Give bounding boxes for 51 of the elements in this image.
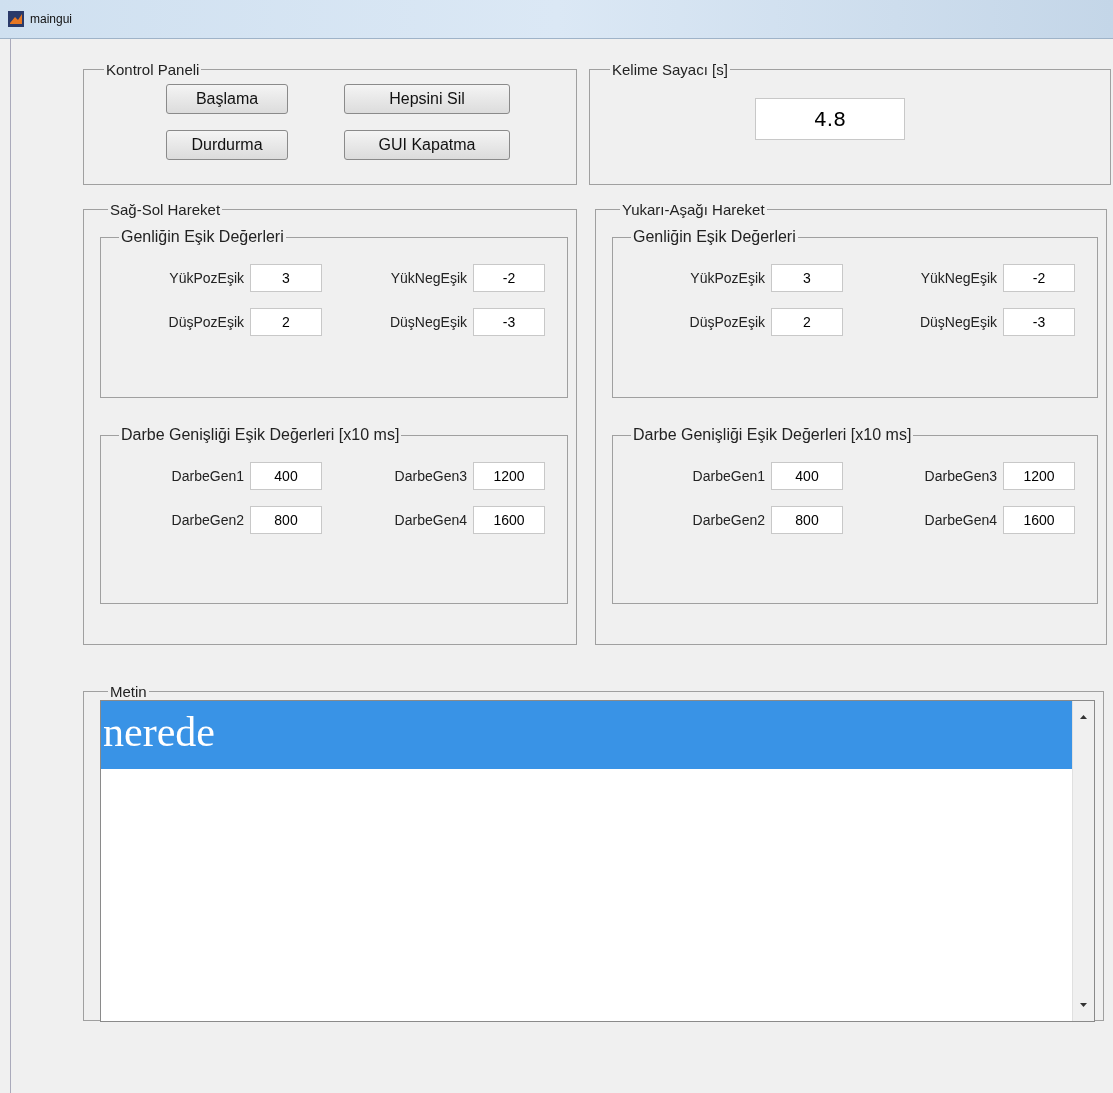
field-label: DüşPozEşik [689,314,765,330]
input-field[interactable]: 2 [250,308,322,336]
input-field[interactable]: 1200 [1003,462,1075,490]
push-button[interactable]: Başlama [166,83,288,114]
input-field[interactable]: 1600 [1003,506,1075,534]
input-field[interactable]: 800 [771,506,843,534]
input-field[interactable]: 1200 [473,462,545,490]
field-label: DüşNegEşik [389,314,467,330]
panel-title: Metin [109,683,148,700]
field-label: YükPozEşik [690,270,765,286]
panel-title: Yukarı-Aşağı Hareket [621,201,766,218]
field-label: DarbeGen3 [394,468,467,484]
input-field[interactable]: -2 [1003,264,1075,292]
counter-field[interactable]: 4.8 [755,97,905,140]
input-field[interactable]: 400 [771,462,843,490]
group-title: Genliğin Eşik Değerleri [632,228,797,246]
group-title: Darbe Genişliği Eşik Değerleri [x10 ms] [632,426,913,444]
field-label: DarbeGen3 [924,468,997,484]
input-field[interactable]: -3 [1003,308,1075,336]
field-label: DarbeGen4 [924,512,997,528]
field-label: DarbeGen1 [171,468,244,484]
input-field[interactable]: 1600 [473,506,545,534]
field-label: YükNegEşik [390,270,467,286]
field-label: DarbeGen2 [171,512,244,528]
field-label: DarbeGen2 [692,512,765,528]
scroll-bar[interactable] [1072,701,1094,1021]
panel-title: Sağ-Sol Hareket [109,201,222,218]
group-title: Genliğin Eşik Değerleri [120,228,285,246]
window-title: maingui [30,12,73,26]
field-label: DüşPozEşik [168,314,244,330]
field-label: DüşNegEşik [919,314,997,330]
input-field[interactable]: 2 [771,308,843,336]
input-field[interactable]: 3 [250,264,322,292]
push-button[interactable]: GUI Kapatma [344,129,510,160]
app-icon [8,11,24,27]
field-label: DarbeGen1 [692,468,765,484]
field-label: YükNegEşik [920,270,997,286]
scroll-down-icon[interactable] [1080,1003,1087,1007]
input-field[interactable]: 400 [250,462,322,490]
field-label: DarbeGen4 [394,512,467,528]
field-label: YükPozEşik [169,270,244,286]
group-title: Darbe Genişliği Eşik Değerleri [x10 ms] [120,426,401,444]
panel-title: Kontrol Paneli [105,61,201,78]
input-field[interactable]: 800 [250,506,322,534]
input-field[interactable]: -3 [473,308,545,336]
push-button[interactable]: Durdurma [166,129,288,160]
input-field[interactable]: -2 [473,264,545,292]
push-button[interactable]: Hepsini Sil [344,83,510,114]
panel-title: Kelime Sayacı [s] [611,61,729,78]
input-field[interactable]: 3 [771,264,843,292]
scroll-up-icon[interactable] [1080,715,1087,719]
